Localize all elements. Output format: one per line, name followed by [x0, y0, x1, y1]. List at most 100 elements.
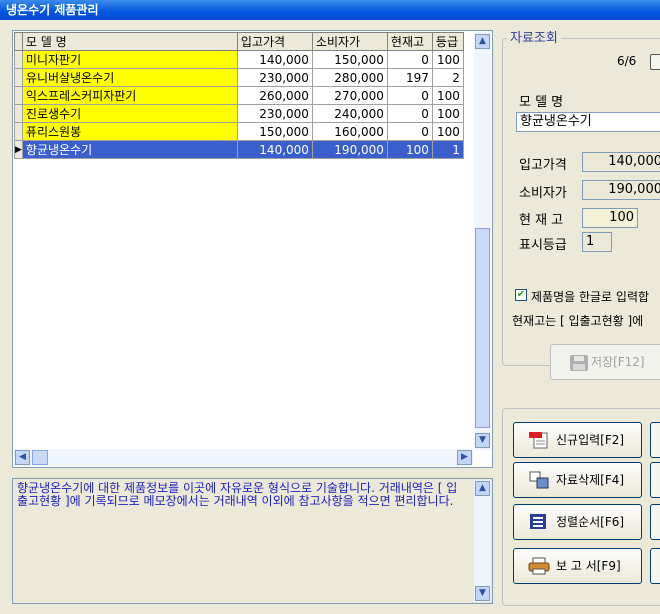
vertical-scroll-thumb[interactable] [475, 228, 490, 428]
cell-price-sale: 280,000 [311, 68, 388, 87]
delete-record-label: 자료삭제[F4] [556, 473, 625, 487]
cell-model: 진로생수기 [21, 104, 238, 123]
cell-model: 유니버샬냉온수기 [21, 68, 238, 87]
memo-text: 향균냉온수기에 대한 제품정보를 이곳에 자유로운 형식으로 기술합니다. 거래… [17, 481, 458, 508]
column-header-price-sale[interactable]: 소비자가 [311, 32, 388, 51]
sort-list-icon [530, 514, 546, 529]
side-button-3[interactable] [650, 504, 660, 540]
column-header-grade[interactable]: 등급 [431, 32, 464, 51]
detail-group-title: 자료조회 [507, 27, 561, 46]
korean-input-checkbox[interactable]: ✔ [515, 289, 527, 301]
sort-order-label: 정렬순서[F6] [556, 515, 625, 529]
cell-price-sale: 270,000 [311, 86, 388, 105]
cell-grade: 100 [431, 122, 464, 141]
current-row-arrow-icon: ▶ [14, 140, 23, 159]
cell-price-in: 140,000 [236, 50, 313, 69]
table-row[interactable]: 유니버샬냉온수기 230,000 280,000 197 2 [14, 68, 464, 87]
scroll-down-icon[interactable]: ▼ [475, 433, 490, 448]
delete-record-icon [529, 471, 549, 489]
sort-order-button[interactable]: 정렬순서[F6] [513, 504, 642, 540]
cell-price-in: 260,000 [236, 86, 313, 105]
row-indicator [14, 68, 23, 87]
price-in-field[interactable]: 140,000 [582, 152, 660, 172]
side-button-4[interactable] [650, 548, 660, 584]
cell-stock: 100 [386, 140, 433, 159]
table-row[interactable]: 퓨리스원봉 150,000 160,000 0 100 [14, 122, 464, 141]
korean-input-label: 제품명을 한글로 입력합 [531, 290, 650, 304]
scroll-down-icon[interactable]: ▼ [475, 586, 490, 601]
cell-stock: 0 [386, 86, 433, 105]
delete-record-button[interactable]: 자료삭제[F4] [513, 462, 642, 498]
grade-label: 표시등급 [519, 238, 567, 253]
cell-price-in: 230,000 [236, 68, 313, 87]
table-header-row: 모 델 명 입고가격 소비자가 현재고 등급 [14, 32, 464, 51]
window-title: 냉온수기 제품관리 [0, 0, 660, 20]
product-table: 모 델 명 입고가격 소비자가 현재고 등급 미니자판기 140,000 150… [14, 32, 464, 159]
report-button[interactable]: 보 고 서[F9] [513, 548, 642, 584]
cell-model: 향균냉온수기 [21, 140, 238, 159]
row-indicator [14, 86, 23, 105]
cell-stock: 197 [386, 68, 433, 87]
save-button[interactable]: 저장[F12] [550, 344, 660, 380]
new-entry-button[interactable]: 신규입력[F2] [513, 422, 642, 458]
cell-model: 미니자판기 [21, 50, 238, 69]
scroll-right-icon[interactable]: ▶ [457, 450, 472, 465]
cell-grade: 1 [431, 140, 464, 159]
price-in-label: 입고가격 [519, 158, 567, 173]
cell-price-sale: 150,000 [311, 50, 388, 69]
cell-price-sale: 190,000 [311, 140, 388, 159]
price-sale-field[interactable]: 190,000 [582, 180, 660, 200]
stock-field: 100 [582, 208, 638, 228]
memo-textarea[interactable]: 향균냉온수기에 대한 제품정보를 이곳에 자유로운 형식으로 기술합니다. 거래… [12, 478, 493, 604]
memo-vertical-scrollbar[interactable]: ▲ ▼ [474, 480, 491, 602]
table-row[interactable]: 진로생수기 230,000 240,000 0 100 [14, 104, 464, 123]
record-position: 6/6 [617, 54, 637, 68]
side-button-1[interactable] [650, 422, 660, 458]
row-indicator-header [14, 32, 23, 51]
scroll-up-icon[interactable]: ▲ [475, 34, 490, 49]
save-disk-icon [570, 355, 588, 371]
table-row[interactable]: 익스프레스커피자판기 260,000 270,000 0 100 [14, 86, 464, 105]
column-header-stock[interactable]: 현재고 [386, 32, 433, 51]
price-sale-label: 소비자가 [519, 186, 567, 201]
new-document-icon [529, 432, 548, 449]
product-grid[interactable]: 모 델 명 입고가격 소비자가 현재고 등급 미니자판기 140,000 150… [12, 30, 493, 468]
horizontal-scroll-thumb[interactable] [32, 450, 48, 465]
table-row[interactable]: 미니자판기 140,000 150,000 0 100 [14, 50, 464, 69]
scroll-left-icon[interactable]: ◀ [15, 450, 30, 465]
model-name-field[interactable]: 향균냉온수기 [516, 112, 660, 132]
cell-stock: 0 [386, 122, 433, 141]
stock-note-text: 현재고는 [ 입출고현황 ]에 [512, 314, 644, 328]
table-row-selected[interactable]: ▶ 향균냉온수기 140,000 190,000 100 1 [14, 140, 464, 159]
new-entry-label: 신규입력[F2] [556, 433, 625, 447]
report-label: 보 고 서[F9] [556, 559, 621, 573]
cell-price-in: 140,000 [236, 140, 313, 159]
row-indicator [14, 104, 23, 123]
grid-vertical-scrollbar[interactable]: ▲ ▼ [474, 32, 491, 450]
row-indicator [14, 50, 23, 69]
grade-field[interactable]: 1 [582, 232, 612, 252]
stock-label: 현 재 고 [519, 213, 564, 228]
column-header-price-in[interactable]: 입고가격 [236, 32, 313, 51]
model-label: 모 델 명 [519, 95, 564, 110]
cell-grade: 100 [431, 50, 464, 69]
row-indicator [14, 122, 23, 141]
grid-horizontal-scrollbar[interactable]: ◀ ▶ [14, 449, 473, 466]
printer-icon [528, 557, 550, 575]
cell-grade: 100 [431, 104, 464, 123]
cell-grade: 100 [431, 86, 464, 105]
cell-grade: 2 [431, 68, 464, 87]
record-nav-button[interactable] [650, 54, 660, 70]
cell-price-sale: 160,000 [311, 122, 388, 141]
cell-model: 퓨리스원봉 [21, 122, 238, 141]
cell-price-sale: 240,000 [311, 104, 388, 123]
side-button-2[interactable] [650, 462, 660, 498]
cell-stock: 0 [386, 104, 433, 123]
cell-price-in: 230,000 [236, 104, 313, 123]
scroll-up-icon[interactable]: ▲ [475, 481, 490, 496]
cell-model: 익스프레스커피자판기 [21, 86, 238, 105]
cell-stock: 0 [386, 50, 433, 69]
column-header-model[interactable]: 모 델 명 [21, 32, 238, 51]
save-button-label: 저장[F12] [591, 355, 645, 369]
cell-price-in: 150,000 [236, 122, 313, 141]
